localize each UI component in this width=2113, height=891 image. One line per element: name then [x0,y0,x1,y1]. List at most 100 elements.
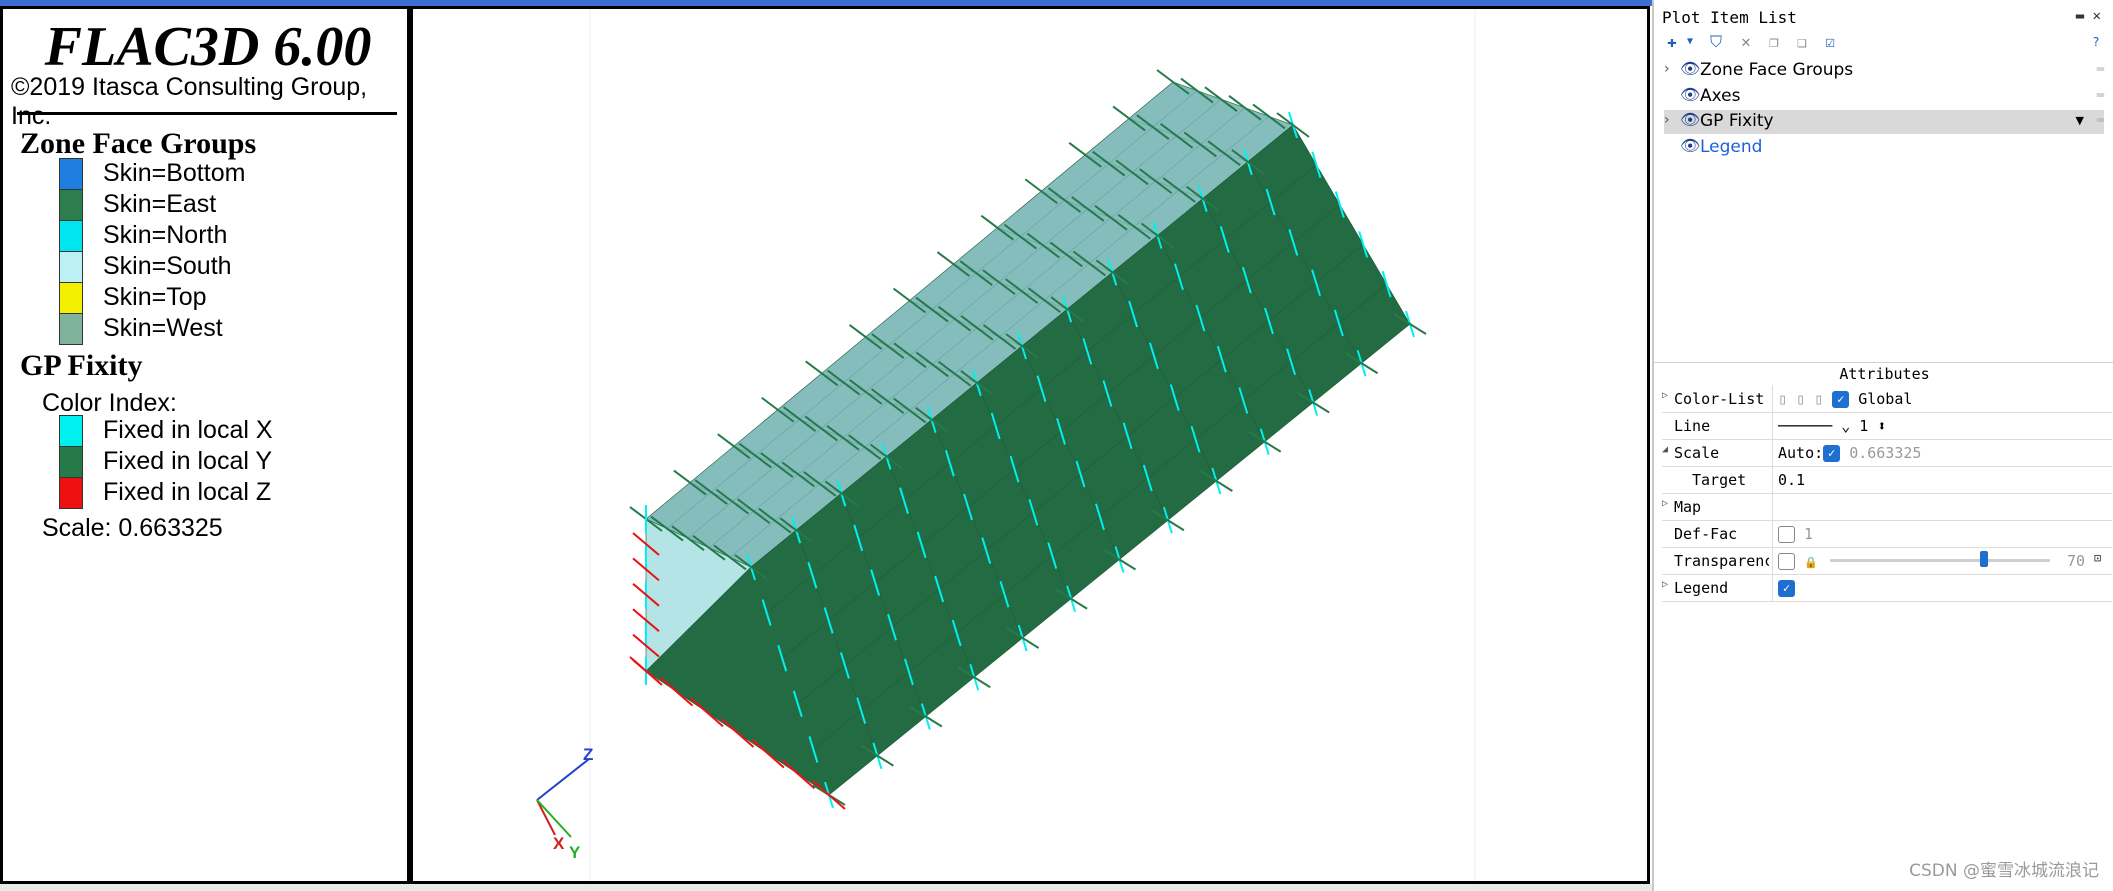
zone-face-groups-heading: Zone Face Groups [20,127,257,160]
attr-row-line: Line ────── ⌄ 1 ⬍ [1662,412,2112,440]
help-icon[interactable]: ? [2086,32,2106,52]
legend-swatch [59,251,83,283]
tree-item-gp-fixity[interactable]: › 👁 GP Fixity ▼ ═ [1664,110,2104,134]
scale-value: 0.663325 [1849,444,1922,462]
legend-entry-label: Skin=West [103,314,223,342]
drag-handle-icon[interactable]: ═ [2097,113,2104,127]
expand-arrow-icon[interactable]: › [1664,61,1676,77]
z-axis-label: Z [583,745,593,764]
column-divider [1772,520,1773,547]
fixity-scale-text: Scale: 0.663325 [42,514,223,542]
checkbox-toggle-icon[interactable]: ☑ [1820,32,1840,52]
legend-entry-label: Skin=North [103,221,228,249]
column-divider [1772,412,1773,439]
line-width-value[interactable]: 1 [1859,417,1868,435]
def-fac-checkbox[interactable] [1778,526,1795,543]
visibility-eye-icon[interactable]: 👁 [1680,136,1700,155]
model-viewport[interactable]: Z X Y [410,6,1650,884]
attr-key: Map [1674,498,1702,516]
line-style-select[interactable]: ────── ⌄ 1 ⬍ [1778,417,1886,435]
tree-item-label: Axes [1700,86,1741,106]
plot-item-toolbar: ✚ ▼ ⛉ ✕ ❐ ❏ ☑ ? [1662,32,2102,54]
attr-key: Legend [1674,579,1729,597]
column-divider [1772,385,1773,412]
panel-window-controls[interactable]: ▬ ✕ [2076,8,2101,24]
tree-item-axes[interactable]: 👁 Axes ═ [1664,85,2104,109]
attr-key: Scale [1674,444,1720,462]
legend-entry-label: Skin=Top [103,283,207,311]
add-item-icon[interactable]: ✚ [1662,32,1682,52]
transparency-checkbox[interactable] [1778,553,1795,570]
attr-row-transparency: Transparency 🔒 70 ⊡ [1662,547,2112,575]
global-checkbox[interactable]: ✓ [1832,391,1850,408]
attr-value: ✓ [1778,579,1795,597]
legend-checkbox[interactable]: ✓ [1778,580,1795,597]
attr-row-legend: ▷ Legend ✓ [1662,574,2112,602]
legend-swatch [59,477,83,509]
visibility-eye-icon[interactable]: 👁 [1680,85,1700,104]
spinner-icon[interactable]: ⬍ [1877,417,1886,435]
chevron-down-icon[interactable]: ▼ [2076,114,2084,127]
axes-triad: Z X Y [536,745,593,862]
attr-row-color-list: ▷ Color-List ▯ ▯ ▯ ✓ Global [1662,385,2112,413]
column-divider [1772,547,1773,574]
attr-key: Transparency [1674,552,1769,570]
zone-faces [645,81,1411,796]
auto-label: Auto: [1778,444,1824,462]
legend-copyright: ©2019 Itasca Consulting Group, Inc. [11,73,368,130]
transparency-slider-track[interactable] [1830,559,2050,562]
right-panel: Plot Item List ▬ ✕ ✚ ▼ ⛉ ✕ ❐ ❏ ☑ ? › 👁 Z… [1652,0,2113,891]
global-label: Global [1858,390,1913,408]
tree-item-label: GP Fixity [1700,111,1774,131]
legend-entry-label: Skin=Bottom [103,159,246,187]
tree-item-legend[interactable]: 👁 Legend [1664,136,2104,160]
expand-arrow-icon[interactable]: ▷ [1662,498,1668,509]
chevron-down-icon[interactable]: ⌄ [1841,417,1850,435]
visibility-eye-icon[interactable]: 👁 [1680,59,1700,78]
color-slot-icon[interactable]: ▯ ▯ ▯ [1778,390,1823,408]
legend-entry-label: Fixed in local X [103,416,273,444]
attributes-title: Attributes [1654,362,2113,383]
watermark: CSDN @蜜雪冰城流浪记 [1909,861,2099,881]
legend-swatch [59,313,83,345]
legend-swatch [59,282,83,314]
legend-entry-label: Skin=South [103,252,232,280]
auto-scale-checkbox[interactable]: ✓ [1823,445,1841,462]
legend-swatch [59,220,83,252]
target-value-input[interactable]: 0.1 [1778,471,1805,489]
attr-row-map: ▷ Map [1662,493,2112,521]
attr-key: Color-List [1674,390,1765,408]
expand-arrow-icon[interactable]: ▷ [1662,390,1668,401]
copy-icon[interactable]: ❐ [1764,32,1784,52]
lock-icon[interactable]: 🔒 [1804,556,1818,569]
transparency-value: 70 [2067,552,2086,570]
legend-swatch [59,446,83,478]
drag-handle-icon[interactable]: ═ [2097,88,2104,102]
drag-handle-icon[interactable]: ═ [2097,62,2104,76]
transparency-slider-thumb[interactable] [1980,551,1988,567]
model-view-canvas[interactable]: Z X Y [413,9,1647,881]
attr-key: Line [1674,417,1711,435]
expanded-arrow-icon[interactable]: ◢ [1662,444,1668,455]
tree-item-label: Zone Face Groups [1700,60,1854,80]
visibility-eye-icon[interactable]: 👁 [1680,110,1700,129]
z-axis-line [536,758,590,801]
color-index-label: Color Index: [42,389,177,417]
legend-swatch [59,415,83,447]
legend-swatch [59,189,83,221]
expand-arrow-icon[interactable]: ▷ [1662,579,1668,590]
expand-arrow-icon[interactable]: › [1664,112,1676,128]
legend-entry-label: Fixed in local Z [103,478,272,506]
add-dropdown-icon[interactable]: ▼ [1680,32,1700,52]
legend-panel: FLAC3D 6.00 ©2019 Itasca Consulting Grou… [0,6,410,884]
expand-icon[interactable]: ⊡ [2094,551,2101,565]
delete-icon[interactable]: ✕ [1736,32,1756,52]
paste-icon[interactable]: ❏ [1792,32,1812,52]
gp-fixity-heading: GP Fixity [20,349,143,382]
plot-item-list-title: Plot Item List [1662,8,1797,27]
filter-icon[interactable]: ⛉ [1706,32,1726,52]
attr-row-scale: ◢ Scale Auto: ✓ 0.663325 [1662,439,2112,467]
tree-item-zone-face-groups[interactable]: › 👁 Zone Face Groups ═ [1664,59,2104,83]
attr-value: 🔒 [1778,552,1818,570]
attr-key: Def-Fac [1674,525,1738,543]
